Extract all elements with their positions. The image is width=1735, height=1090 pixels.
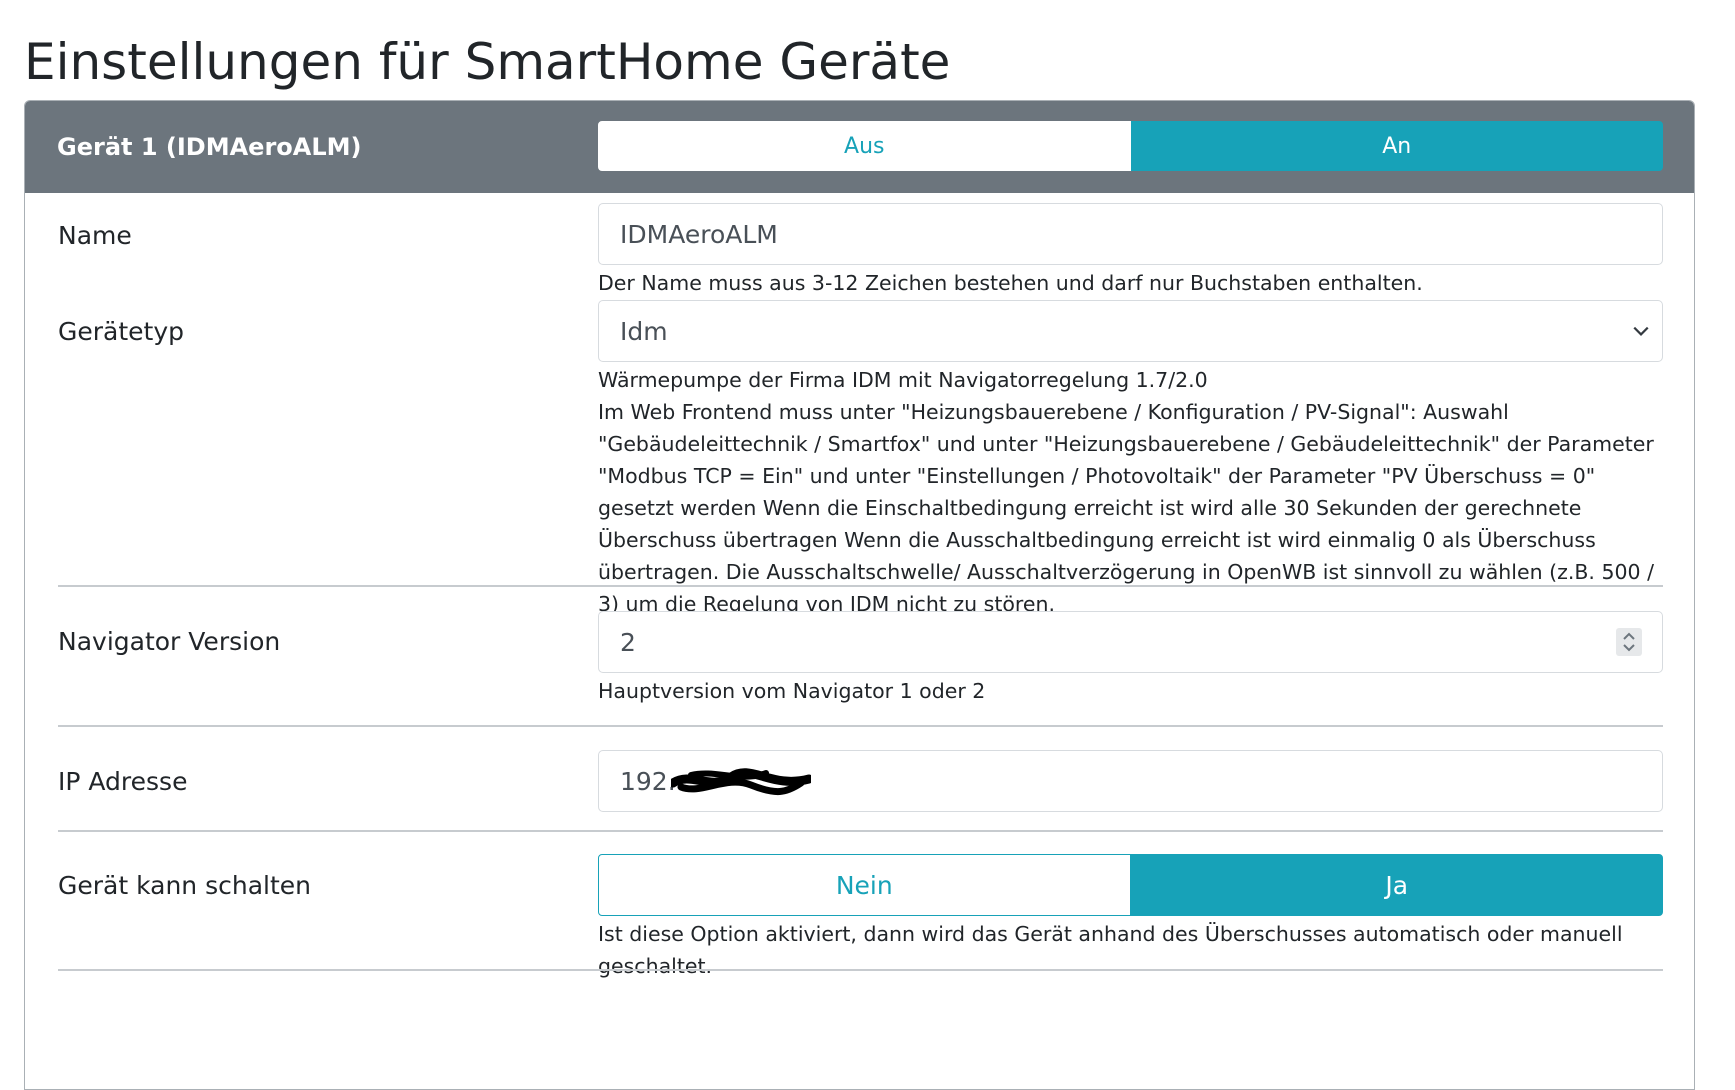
chevron-down-icon (1633, 326, 1649, 336)
name-help: Der Name muss aus 3-12 Zeichen bestehen … (598, 271, 1423, 295)
can-switch-toggle: Nein Ja (598, 854, 1663, 916)
device-off-button[interactable]: Aus (598, 121, 1131, 171)
name-input-value: IDMAeroALM (620, 219, 778, 249)
device-title: Gerät 1 (IDMAeroALM) (57, 133, 362, 161)
divider (58, 969, 1663, 971)
device-type-help-title: Wärmepumpe der Firma IDM mit Navigatorre… (598, 368, 1208, 392)
divider (58, 830, 1663, 832)
device-type-help: Wärmepumpe der Firma IDM mit Navigatorre… (598, 364, 1673, 620)
name-input[interactable]: IDMAeroALM (598, 203, 1663, 265)
name-label: Name (58, 221, 132, 250)
can-switch-label: Gerät kann schalten (58, 871, 312, 900)
device-type-value: Idm (620, 316, 668, 346)
can-switch-no-button[interactable]: Nein (598, 854, 1131, 916)
spinner-arrows-icon (1623, 632, 1635, 652)
ip-address-label: IP Adresse (58, 767, 188, 796)
ip-address-input[interactable]: 192. (598, 750, 1663, 812)
device-type-label: Gerätetyp (58, 317, 185, 346)
navigator-version-help: Hauptversion vom Navigator 1 oder 2 (598, 679, 986, 703)
divider (58, 585, 1663, 587)
navigator-version-value: 2 (620, 627, 636, 657)
page-title: Einstellungen für SmartHome Geräte (24, 33, 951, 91)
navigator-version-input[interactable]: 2 (598, 611, 1663, 673)
device-power-toggle: Aus An (598, 121, 1663, 171)
device-card: Gerät 1 (IDMAeroALM) Aus An Name IDMAero… (24, 100, 1695, 1090)
can-switch-yes-button[interactable]: Ja (1130, 854, 1663, 916)
divider (58, 725, 1663, 727)
ip-address-value: 192. (620, 766, 676, 796)
device-card-header: Gerät 1 (IDMAeroALM) Aus An (25, 101, 1694, 193)
can-switch-help: Ist diese Option aktiviert, dann wird da… (598, 922, 1623, 978)
navigator-version-label: Navigator Version (58, 627, 281, 656)
redaction-scribble (671, 768, 811, 795)
number-spinner[interactable] (1616, 628, 1642, 656)
device-on-button[interactable]: An (1130, 121, 1663, 171)
device-type-select[interactable]: Idm (598, 300, 1663, 362)
